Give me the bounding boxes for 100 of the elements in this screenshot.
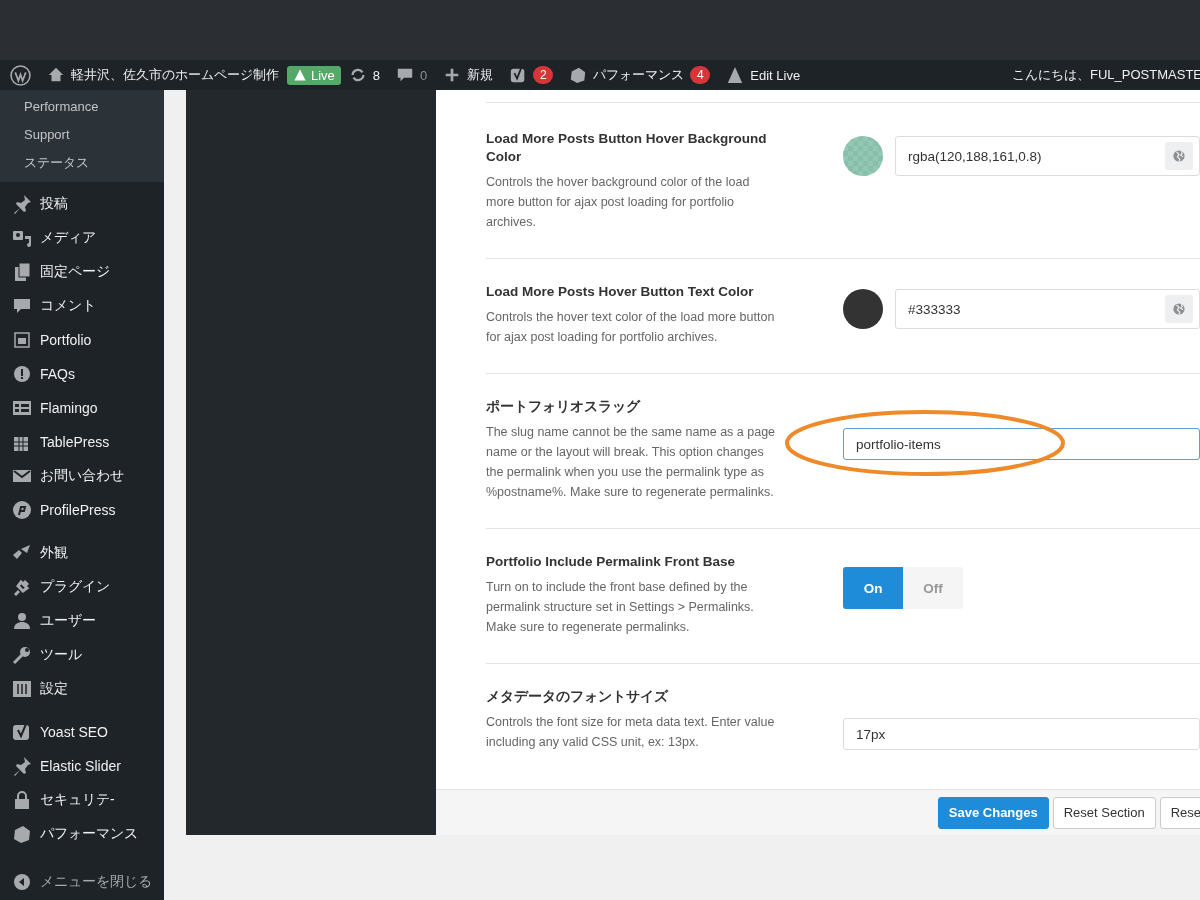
sidebar-item[interactable]: 設定: [0, 672, 164, 706]
setting-title: ポートフォリオスラッグ: [486, 398, 642, 416]
submenu-item[interactable]: Performance: [0, 93, 164, 121]
sidebar-item[interactable]: コメント: [0, 289, 164, 323]
setting-description: Controls the font size for meta data text. Enter value including any valid CSS unit, ex: 13px.: [486, 714, 776, 751]
reset-button[interactable]: Rese: [1159, 796, 1200, 829]
sidebar-label: コメント: [40, 297, 96, 315]
color-input-field[interactable]: #333333: [895, 289, 1200, 329]
sidebar-item[interactable]: Yoast SEO: [0, 715, 164, 749]
sidebar-label: セキュリテ‐: [40, 791, 115, 809]
sidebar-item[interactable]: ProfilePress: [0, 493, 164, 527]
color-swatch[interactable]: [843, 289, 883, 329]
globe-icon: [1171, 148, 1187, 164]
global-button[interactable]: [1165, 142, 1193, 170]
sidebar-item[interactable]: プラグイン: [0, 570, 164, 604]
sidebar-item[interactable]: Elastic Slider: [0, 749, 164, 783]
user-icon: [12, 611, 32, 631]
sidebar-item[interactable]: ユーザー: [0, 604, 164, 638]
edit-live-link[interactable]: Edit Live: [726, 66, 801, 84]
edit-live-label: Edit Live: [750, 67, 801, 83]
sidebar-label: 固定ページ: [40, 263, 110, 281]
setting-description: Controls the hover text color of the load more button for ajax post loading for portfolio archives.: [486, 309, 776, 346]
submenu-item[interactable]: Support: [0, 121, 164, 149]
list-icon: [12, 398, 32, 418]
pin-icon: [12, 194, 32, 214]
cube-icon: [12, 824, 32, 844]
sidebar-item[interactable]: セキュリテ‐: [0, 783, 164, 817]
sidebar-item[interactable]: メディア: [0, 221, 164, 255]
notification-count: 2: [533, 66, 554, 84]
profile-icon: [12, 500, 32, 520]
global-button[interactable]: [1165, 295, 1193, 323]
sidebar-item[interactable]: 外観: [0, 536, 164, 570]
cube-icon: [569, 66, 588, 84]
sidebar-item[interactable]: ツール: [0, 638, 164, 672]
sidebar-item[interactable]: TablePress: [0, 425, 164, 459]
sidebar-label: お問い合わせ: [40, 467, 124, 485]
sidebar-label: Yoast SEO: [40, 724, 108, 740]
media-icon: [12, 228, 32, 248]
sidebar-label: メディア: [40, 229, 96, 247]
triangle-icon: [293, 68, 307, 82]
sidebar-label: 設定: [40, 680, 68, 698]
sidebar-label: プラグイン: [40, 578, 110, 596]
notification-count: 4: [690, 66, 711, 84]
live-label: Live: [311, 67, 335, 83]
sidebar-item[interactable]: パフォーマンス: [0, 817, 164, 851]
sidebar-label: 投稿: [40, 195, 68, 213]
collapse-icon: [12, 872, 32, 892]
sidebar-item[interactable]: 投稿: [0, 187, 164, 221]
comments-count: 0: [420, 67, 428, 83]
setting-title: メタデータのフォントサイズ: [486, 688, 670, 706]
sidebar-item[interactable]: FAQs: [0, 357, 164, 391]
alert-icon: [12, 364, 32, 384]
new-link[interactable]: 新規: [443, 66, 494, 84]
comments-link[interactable]: 0: [396, 66, 428, 84]
collapse-menu-button[interactable]: メニューを閉じる: [0, 865, 164, 899]
yoast-link[interactable]: 2: [509, 66, 554, 84]
pin-icon: [12, 756, 32, 776]
sidebar-label: Elastic Slider: [40, 758, 121, 774]
sidebar-item[interactable]: 固定ページ: [0, 255, 164, 289]
updates-link[interactable]: 8: [348, 66, 381, 84]
setting-description: The slug name cannot be the same name as a page name or the layout will break. This option changes the permalink when you use the permalink type as %postname%. Make sure to regenerate permalinks.: [486, 424, 776, 501]
save-button[interactable]: Save Changes: [937, 796, 1049, 829]
lock-icon: [12, 790, 32, 810]
yoast-icon: [12, 722, 32, 742]
wrench-icon: [12, 645, 32, 665]
reset-button[interactable]: Reset Section: [1052, 796, 1156, 829]
sidebar-item[interactable]: Flamingo: [0, 391, 164, 425]
pages-icon: [12, 262, 32, 282]
performance-link[interactable]: パフォーマンス 4: [569, 66, 711, 84]
text-input-field[interactable]: portfolio-items: [843, 428, 1200, 460]
sidebar-label: ツール: [40, 646, 82, 664]
setting-title: Load More Posts Button Hover Background Color: [486, 130, 768, 166]
wordpress-logo-icon[interactable]: [10, 64, 31, 86]
updates-count: 8: [372, 67, 381, 83]
color-swatch[interactable]: [843, 136, 883, 176]
home-icon: [47, 66, 65, 84]
setting-title: Load More Posts Hover Button Text Color: [486, 283, 755, 301]
sidebar-label: パフォーマンス: [40, 825, 138, 843]
sidebar-label: 外観: [40, 544, 68, 562]
sidebar-label: FAQs: [40, 366, 75, 382]
setting-description: Turn on to include the front base defined by the permalink structure set in Settings > Permalinks. Make sure to regenerate permalinks.: [486, 579, 755, 636]
sidebar-label: ProfilePress: [40, 502, 116, 518]
setting-description: Controls the hover background color of the load more button for ajax post loading for portfolio archives.: [486, 174, 751, 231]
submenu-item[interactable]: ステータス: [0, 149, 164, 177]
toggle-option[interactable]: On: [843, 567, 903, 609]
color-input-field[interactable]: rgba(120,188,161,0.8): [895, 136, 1200, 176]
sidebar-item[interactable]: お問い合わせ: [0, 459, 164, 493]
text-input-field[interactable]: 17px: [843, 718, 1200, 750]
plug-icon: [12, 577, 32, 597]
globe-icon: [1171, 301, 1187, 317]
setting-title: Portfolio Include Permalink Front Base: [486, 553, 737, 571]
sidebar-label: TablePress: [40, 434, 110, 450]
sidebar-label: Flamingo: [40, 400, 98, 416]
sidebar-item[interactable]: Portfolio: [0, 323, 164, 357]
performance-label: パフォーマンス: [593, 66, 685, 84]
portfolio-icon: [12, 330, 32, 350]
sidebar-label: Portfolio: [40, 332, 92, 348]
new-label: 新規: [467, 66, 494, 84]
comment-icon: [12, 296, 32, 316]
sliders-icon: [12, 679, 32, 699]
